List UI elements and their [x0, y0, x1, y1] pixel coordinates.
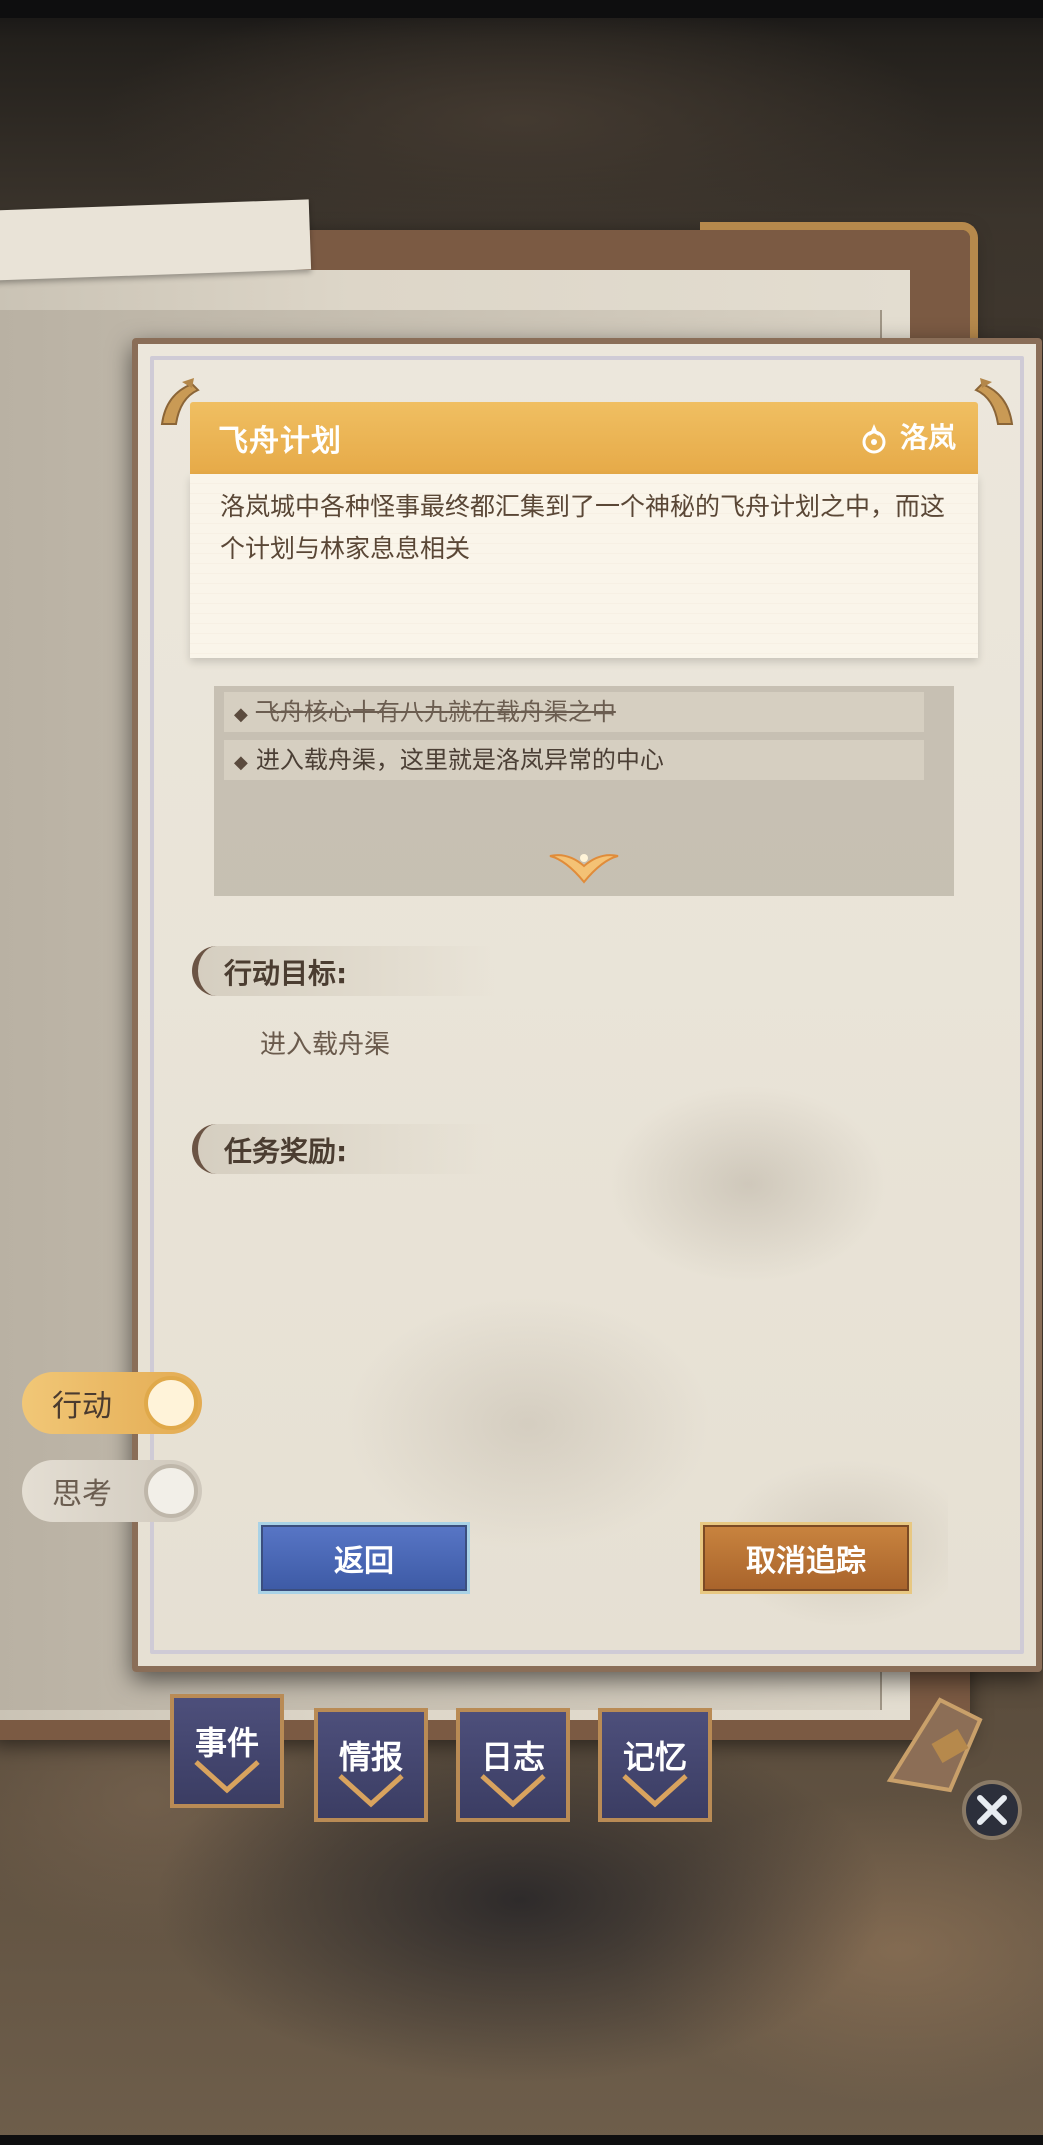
quest-region: 洛岚 — [900, 421, 957, 454]
diamond-bullet-icon: ◆ — [234, 752, 248, 773]
tab-emblem-icon — [194, 1760, 260, 1794]
tab-label: 情报 — [338, 1738, 403, 1776]
objective-text: 进入载舟渠 — [260, 1030, 391, 1060]
objective-header: 行动目标: — [192, 946, 494, 996]
status-bar — [0, 0, 1043, 18]
quest-title: 飞舟计划 — [218, 424, 342, 459]
reward-heading: 任务奖励: — [224, 1135, 348, 1168]
chevron-down-icon[interactable] — [544, 846, 624, 886]
banner-horn-right-icon — [974, 378, 1014, 425]
clue-text: 进入载舟渠，这里就是洛岚异常的中心 — [255, 746, 664, 774]
diamond-bullet-icon: ◆ — [234, 704, 248, 725]
close-icon — [977, 1795, 1007, 1825]
action-toggle-label: 行动 — [52, 1389, 112, 1424]
quest-description-box: 洛岚城中各种怪事最终都汇集到了一个神秘的飞舟计划之中，而这个计划与林家息息相关 — [190, 474, 978, 658]
tab-emblem-icon — [480, 1774, 546, 1808]
tab-memory[interactable]: 记忆 — [598, 1708, 712, 1822]
close-button[interactable] — [962, 1780, 1022, 1840]
tab-events[interactable]: 事件 — [170, 1694, 284, 1808]
tab-log[interactable]: 日志 — [456, 1708, 570, 1822]
compass-icon — [862, 424, 886, 454]
tab-emblem-icon — [338, 1774, 404, 1808]
tab-intel[interactable]: 情报 — [314, 1708, 428, 1822]
cancel-tracking-button[interactable]: 取消追踪 — [700, 1522, 912, 1594]
objective-heading: 行动目标: — [224, 957, 348, 990]
clue-item: ◆ 进入载舟渠，这里就是洛岚异常的中心 — [224, 740, 924, 780]
think-toggle-label: 思考 — [52, 1477, 112, 1512]
think-toggle[interactable]: 思考 — [22, 1460, 202, 1522]
banner-horn-left-icon — [160, 378, 200, 425]
quest-detail-card: 飞舟计划 洛岚 洛岚城中各种怪事最终都汇集到了一个神秘的飞舟计划之中，而这个计划… — [132, 338, 1042, 1672]
tab-label: 记忆 — [622, 1738, 687, 1776]
tab-label: 日志 — [480, 1738, 545, 1776]
tab-emblem-icon — [622, 1774, 688, 1808]
clue-text: 飞舟核心十有八九就在载舟渠之中 — [255, 698, 616, 726]
bottom-bar — [0, 2135, 1043, 2145]
reward-header: 任务奖励: — [192, 1124, 494, 1174]
swirl-icon — [144, 1376, 198, 1430]
tab-label: 事件 — [194, 1724, 259, 1762]
clue-item: ◆ 飞舟核心十有八九就在载舟渠之中 — [224, 692, 924, 732]
swirl-icon — [144, 1464, 198, 1518]
quest-title-banner: 飞舟计划 洛岚 — [190, 402, 978, 474]
quest-description: 洛岚城中各种怪事最终都汇集到了一个神秘的飞舟计划之中，而这个计划与林家息息相关 — [220, 492, 946, 563]
action-toggle[interactable]: 行动 — [22, 1372, 202, 1434]
clue-list[interactable]: ◆ 飞舟核心十有八九就在载舟渠之中 ◆ 进入载舟渠，这里就是洛岚异常的中心 — [214, 686, 954, 896]
torn-paper-decoration — [0, 199, 312, 281]
back-button[interactable]: 返回 — [258, 1522, 470, 1594]
